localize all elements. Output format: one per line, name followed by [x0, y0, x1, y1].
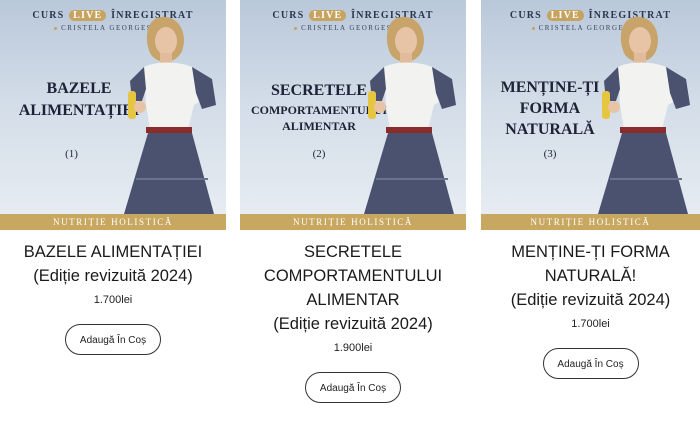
- product-grid: CURS LIVE ÎNREGISTRAT CRISTELA GEORGESCU…: [0, 0, 700, 436]
- product-image[interactable]: CURS LIVE ÎNREGISTRAT CRISTELA GEORGESCU…: [0, 0, 226, 230]
- product-title[interactable]: MENȚINE-ȚI FORMA NATURALĂ! (Ediție reviz…: [481, 240, 700, 312]
- product-price: 1.700lei: [571, 318, 610, 330]
- add-to-cart-button[interactable]: Adaugă În Coș: [305, 372, 401, 403]
- product-image[interactable]: CURS LIVE ÎNREGISTRAT CRISTELA GEORGESCU…: [481, 0, 700, 230]
- product-price: 1.900lei: [333, 342, 373, 354]
- product-card: CURS LIVE ÎNREGISTRAT CRISTELA GEORGESCU…: [481, 0, 700, 379]
- product-title[interactable]: SECRETELE COMPORTAMENTULUI ALIMENTAR (Ed…: [240, 240, 466, 336]
- product-image[interactable]: CURS LIVE ÎNREGISTRAT CRISTELA GEORGESCU…: [240, 0, 466, 230]
- product-card: CURS LIVE ÎNREGISTRAT CRISTELA GEORGESCU…: [0, 0, 226, 355]
- add-to-cart-button[interactable]: Adaugă În Coș: [65, 324, 161, 355]
- product-card: CURS LIVE ÎNREGISTRAT CRISTELA GEORGESCU…: [240, 0, 466, 403]
- product-price: 1.700lei: [93, 294, 133, 306]
- product-title[interactable]: BAZELE ALIMENTAȚIEI (Ediție revizuită 20…: [0, 240, 226, 288]
- add-to-cart-button[interactable]: Adaugă În Coș: [542, 348, 639, 379]
- cover-band: NUTRIȚIE HOLISTICĂ: [0, 214, 226, 230]
- cover-band: NUTRIȚIE HOLISTICĂ: [481, 214, 700, 230]
- presenter-photo: [364, 16, 456, 214]
- presenter-photo: [124, 16, 216, 214]
- cover-band: NUTRIȚIE HOLISTICĂ: [240, 214, 466, 230]
- presenter-photo: [598, 16, 690, 214]
